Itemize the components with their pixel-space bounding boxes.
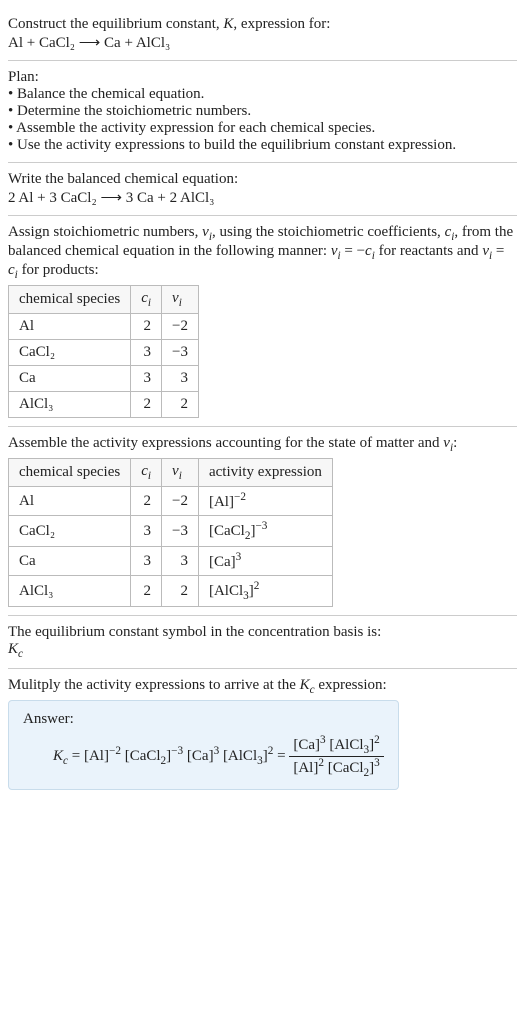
cell-activity: [Al]−2 xyxy=(198,487,332,516)
cell-species: CaCl₂ xyxy=(9,516,131,547)
table-row: Al 2 −2 [Al]−2 xyxy=(9,487,333,516)
cell-v: −2 xyxy=(162,487,199,516)
answer-label: Answer: xyxy=(23,711,384,728)
table-row: Al 2 −2 xyxy=(9,314,199,340)
answer-box: Answer: Kc = [Al]−2 [CaCl2]−3 [Ca]3 [AlC… xyxy=(8,700,399,790)
plan-section: Plan: • Balance the chemical equation. •… xyxy=(8,61,517,163)
table-header: chemical species ci νi xyxy=(9,286,199,314)
symbol-heading: The equilibrium constant symbol in the c… xyxy=(8,624,517,641)
col-species: chemical species xyxy=(9,459,131,487)
cell-v: −3 xyxy=(162,516,199,547)
cell-v: −2 xyxy=(162,314,199,340)
balanced-reaction: 2 Al + 3 CaCl₂ ⟶ 3 Ca + 2 AlCl₃ xyxy=(8,188,517,207)
col-vi: νi xyxy=(162,459,199,487)
plan-item: • Use the activity expressions to build … xyxy=(8,137,517,154)
cell-c: 3 xyxy=(131,516,162,547)
col-species: chemical species xyxy=(9,286,131,314)
col-activity: activity expression xyxy=(198,459,332,487)
table-row: CaCl₂ 3 −3 [CaCl2]−3 xyxy=(9,516,333,547)
plan-item: • Assemble the activity expression for e… xyxy=(8,120,517,137)
cell-c: 3 xyxy=(131,547,162,576)
cell-species: Al xyxy=(9,487,131,516)
cell-c: 2 xyxy=(131,314,162,340)
cell-v: 3 xyxy=(162,547,199,576)
final-section: Mulitply the activity expressions to arr… xyxy=(8,669,517,798)
symbol-value: Kc xyxy=(8,641,517,660)
cell-v: 2 xyxy=(162,392,199,418)
cell-species: Ca xyxy=(9,366,131,392)
plan-item: • Balance the chemical equation. xyxy=(8,86,517,103)
cell-activity: [Ca]3 xyxy=(198,547,332,576)
activity-table: chemical species ci νi activity expressi… xyxy=(8,458,333,607)
cell-c: 2 xyxy=(131,576,162,607)
cell-c: 3 xyxy=(131,366,162,392)
cell-species: CaCl₂ xyxy=(9,340,131,366)
stoich-section: Assign stoichiometric numbers, νi, using… xyxy=(8,216,517,427)
cell-c: 2 xyxy=(131,392,162,418)
table-header: chemical species ci νi activity expressi… xyxy=(9,459,333,487)
cell-activity: [AlCl3]2 xyxy=(198,576,332,607)
cell-species: Ca xyxy=(9,547,131,576)
stoich-table: chemical species ci νi Al 2 −2 CaCl₂ 3 −… xyxy=(8,285,199,418)
fraction: [Ca]3 [AlCl3]2 [Al]2 [CaCl2]3 xyxy=(289,734,383,779)
cell-species: AlCl₃ xyxy=(9,392,131,418)
plan-heading: Plan: xyxy=(8,69,517,86)
table-row: AlCl₃ 2 2 xyxy=(9,392,199,418)
cell-v: −3 xyxy=(162,340,199,366)
cell-species: AlCl₃ xyxy=(9,576,131,607)
activity-section: Assemble the activity expressions accoun… xyxy=(8,427,517,616)
cell-v: 3 xyxy=(162,366,199,392)
balanced-heading: Write the balanced chemical equation: xyxy=(8,171,517,188)
table-row: AlCl₃ 2 2 [AlCl3]2 xyxy=(9,576,333,607)
cell-c: 2 xyxy=(131,487,162,516)
answer-expression: Kc = [Al]−2 [CaCl2]−3 [Ca]3 [AlCl3]2 = [… xyxy=(23,728,384,779)
col-ci: ci xyxy=(131,459,162,487)
col-ci: ci xyxy=(131,286,162,314)
frac-numerator: [Ca]3 [AlCl3]2 xyxy=(289,734,383,757)
cell-species: Al xyxy=(9,314,131,340)
symbol-section: The equilibrium constant symbol in the c… xyxy=(8,616,517,669)
activity-heading: Assemble the activity expressions accoun… xyxy=(8,435,517,454)
intro-reaction: Al + CaCl₂ ⟶ Ca + AlCl₃ xyxy=(8,33,517,52)
plan-item: • Determine the stoichiometric numbers. xyxy=(8,103,517,120)
table-row: CaCl₂ 3 −3 xyxy=(9,340,199,366)
cell-activity: [CaCl2]−3 xyxy=(198,516,332,547)
col-vi: νi xyxy=(162,286,199,314)
table-row: Ca 3 3 [Ca]3 xyxy=(9,547,333,576)
intro-section: Construct the equilibrium constant, K, e… xyxy=(8,8,517,61)
balanced-section: Write the balanced chemical equation: 2 … xyxy=(8,163,517,216)
final-heading: Mulitply the activity expressions to arr… xyxy=(8,677,517,696)
stoich-heading: Assign stoichiometric numbers, νi, using… xyxy=(8,224,517,281)
cell-c: 3 xyxy=(131,340,162,366)
frac-denominator: [Al]2 [CaCl2]3 xyxy=(289,757,383,779)
table-row: Ca 3 3 xyxy=(9,366,199,392)
intro-line: Construct the equilibrium constant, K, e… xyxy=(8,16,517,33)
cell-v: 2 xyxy=(162,576,199,607)
